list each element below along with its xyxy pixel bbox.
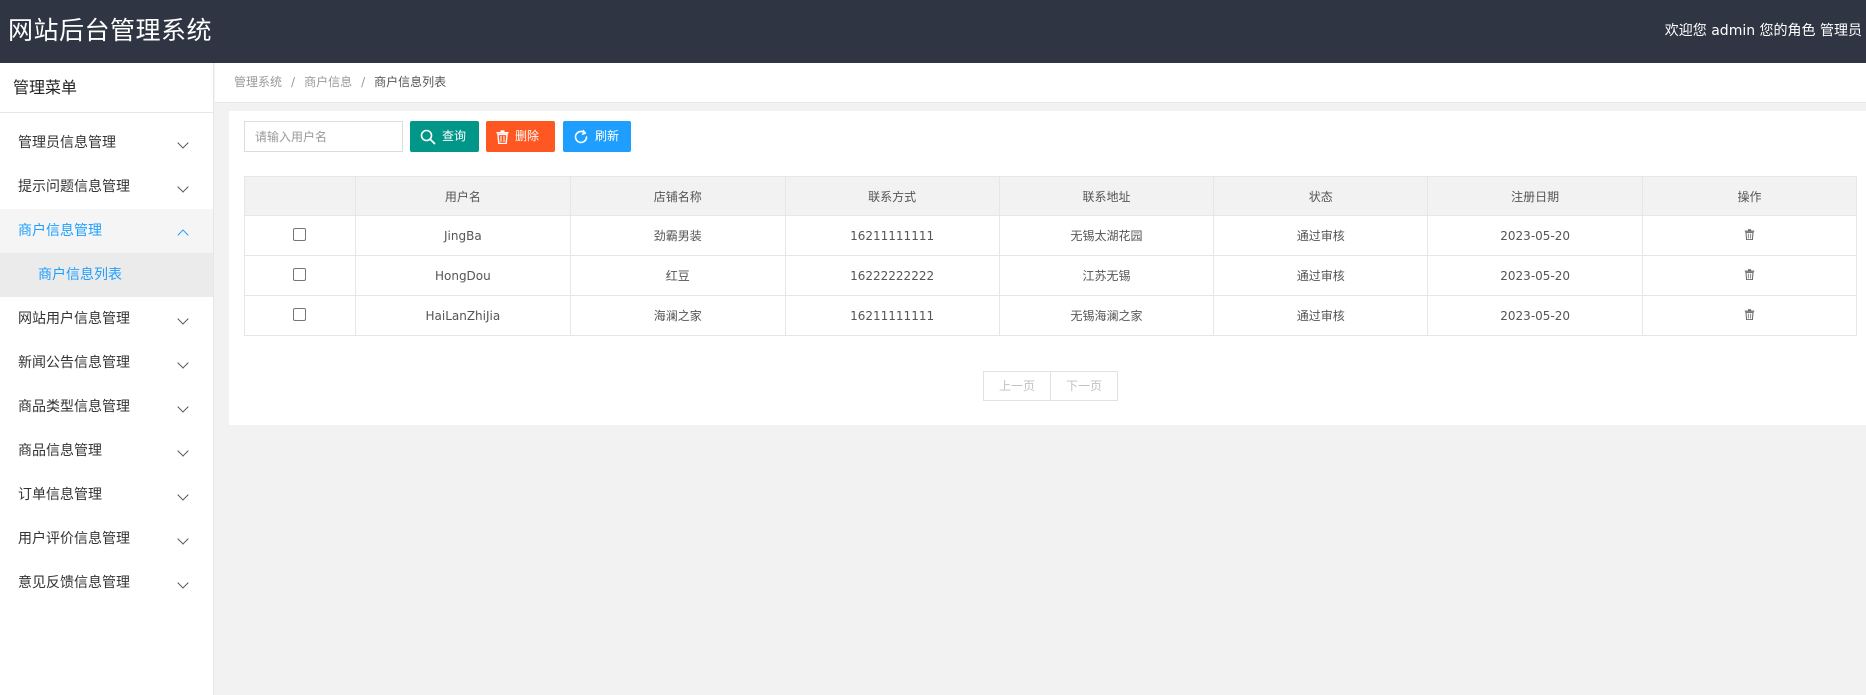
table-row: HaiLanZhiJia 海澜之家 16211111111 无锡海澜之家 通过审… [244,295,1857,336]
sidebar-item-label: 新闻公告信息管理 [18,355,130,371]
chevron-up-icon [177,229,189,241]
sidebar-item-label: 商户信息管理 [18,223,102,239]
top-header: 网站后台管理系统 欢迎您 admin 您的角色 管理员 [0,0,1866,63]
cell-address: 江苏无锡 [998,255,1215,296]
sidebar: 管理菜单 管理员信息管理 提示问题信息管理 商户信息管理 商户信息列表 网站用户… [0,63,214,695]
breadcrumb-item[interactable]: 商户信息 [304,75,352,89]
cell-contact: 16211111111 [784,295,1000,336]
search-button[interactable]: 查询 [410,121,479,152]
username-search-input[interactable] [244,121,403,152]
pagination: 上一页 下一页 [983,371,1118,401]
cell-contact: 16222222222 [784,255,1000,296]
search-icon [420,129,436,144]
chevron-down-icon [177,401,189,413]
chevron-down-icon [177,577,189,589]
sidebar-item-label: 用户评价信息管理 [18,531,130,547]
column-header-select [244,176,356,216]
table-row: JingBa 劲霸男装 16211111111 无锡太湖花园 通过审核 2023… [244,215,1857,256]
chevron-down-icon [177,137,189,149]
next-page-button[interactable]: 下一页 [1050,372,1117,400]
sidebar-item-site-user[interactable]: 网站用户信息管理 [0,297,213,341]
refresh-button[interactable]: 刷新 [563,121,631,152]
sidebar-item-feedback[interactable]: 意见反馈信息管理 [0,561,213,605]
cell-register-date: 2023-05-20 [1427,255,1644,296]
sidebar-item-label: 网站用户信息管理 [18,311,130,327]
chevron-down-icon [177,357,189,369]
sidebar-title: 管理菜单 [0,63,213,113]
content-panel: 查询 删除 刷新 用户名 店铺名称 联系方式 联系地址 状态 注册日期 操作 [229,111,1866,425]
breadcrumb-item[interactable]: 管理系统 [234,75,282,89]
cell-shop-name: 海澜之家 [569,295,786,336]
sidebar-item-label: 提示问题信息管理 [18,179,130,195]
refresh-icon [574,129,588,143]
row-checkbox[interactable] [293,227,307,241]
sidebar-item-news[interactable]: 新闻公告信息管理 [0,341,213,385]
trash-icon[interactable] [1744,268,1755,280]
trash-icon[interactable] [1744,308,1755,320]
chevron-down-icon [177,445,189,457]
column-header-username: 用户名 [354,176,571,216]
cell-shop-name: 红豆 [569,255,786,296]
cell-status: 通过审核 [1213,255,1429,296]
refresh-button-label: 刷新 [595,129,620,143]
column-header-actions: 操作 [1642,176,1857,216]
cell-address: 无锡太湖花园 [998,215,1215,256]
cell-username: HaiLanZhiJia [354,295,571,336]
trash-icon[interactable] [1744,228,1755,240]
sidebar-item-product-type[interactable]: 商品类型信息管理 [0,385,213,429]
delete-button-label: 删除 [515,129,540,143]
cell-actions [1642,215,1857,256]
column-header-status: 状态 [1213,176,1429,216]
sidebar-item-product[interactable]: 商品信息管理 [0,429,213,473]
column-header-contact: 联系方式 [784,176,1000,216]
delete-button[interactable]: 删除 [486,121,555,152]
cell-username: HongDou [354,255,571,296]
cell-register-date: 2023-05-20 [1427,215,1644,256]
sidebar-item-label: 意见反馈信息管理 [18,575,130,591]
chevron-down-icon [177,533,189,545]
prev-page-button[interactable]: 上一页 [984,372,1050,400]
cell-status: 通过审核 [1213,215,1429,256]
chevron-down-icon [177,313,189,325]
chevron-down-icon [177,489,189,501]
sidebar-subitem-merchant-list[interactable]: 商户信息列表 [0,253,213,297]
trash-icon [496,129,509,144]
breadcrumb-separator: / [361,75,366,89]
cell-register-date: 2023-05-20 [1427,295,1644,336]
breadcrumb-separator: / [291,75,296,89]
breadcrumb: 管理系统 / 商户信息 / 商户信息列表 [215,63,1866,103]
sidebar-item-label: 商品信息管理 [18,443,102,459]
merchant-table: 用户名 店铺名称 联系方式 联系地址 状态 注册日期 操作 JingBa 劲霸男… [244,176,1857,336]
cell-shop-name: 劲霸男装 [569,215,786,256]
row-checkbox[interactable] [293,267,307,281]
sidebar-menu: 管理员信息管理 提示问题信息管理 商户信息管理 商户信息列表 网站用户信息管理 … [0,121,213,605]
cell-contact: 16211111111 [784,215,1000,256]
cell-actions [1642,255,1857,296]
row-checkbox[interactable] [293,307,307,321]
column-header-register-date: 注册日期 [1427,176,1644,216]
user-info: 欢迎您 admin 您的角色 管理员 [1664,23,1862,39]
sidebar-item-label: 订单信息管理 [18,487,102,503]
column-header-address: 联系地址 [998,176,1215,216]
sidebar-item-merchant-info[interactable]: 商户信息管理 [0,209,213,253]
sidebar-item-review[interactable]: 用户评价信息管理 [0,517,213,561]
column-header-shop-name: 店铺名称 [569,176,786,216]
table-header-row: 用户名 店铺名称 联系方式 联系地址 状态 注册日期 操作 [244,176,1857,216]
sidebar-item-prompt-question[interactable]: 提示问题信息管理 [0,165,213,209]
sidebar-item-label: 商品类型信息管理 [18,399,130,415]
sidebar-item-order[interactable]: 订单信息管理 [0,473,213,517]
cell-address: 无锡海澜之家 [998,295,1215,336]
table-row: HongDou 红豆 16222222222 江苏无锡 通过审核 2023-05… [244,255,1857,296]
breadcrumb-current: 商户信息列表 [374,75,447,89]
sidebar-item-label: 管理员信息管理 [18,135,116,151]
sidebar-item-admin-info[interactable]: 管理员信息管理 [0,121,213,165]
cell-actions [1642,295,1857,336]
chevron-down-icon [177,181,189,193]
app-title: 网站后台管理系统 [8,16,213,45]
search-button-label: 查询 [442,129,467,143]
cell-status: 通过审核 [1213,295,1429,336]
cell-username: JingBa [354,215,571,256]
